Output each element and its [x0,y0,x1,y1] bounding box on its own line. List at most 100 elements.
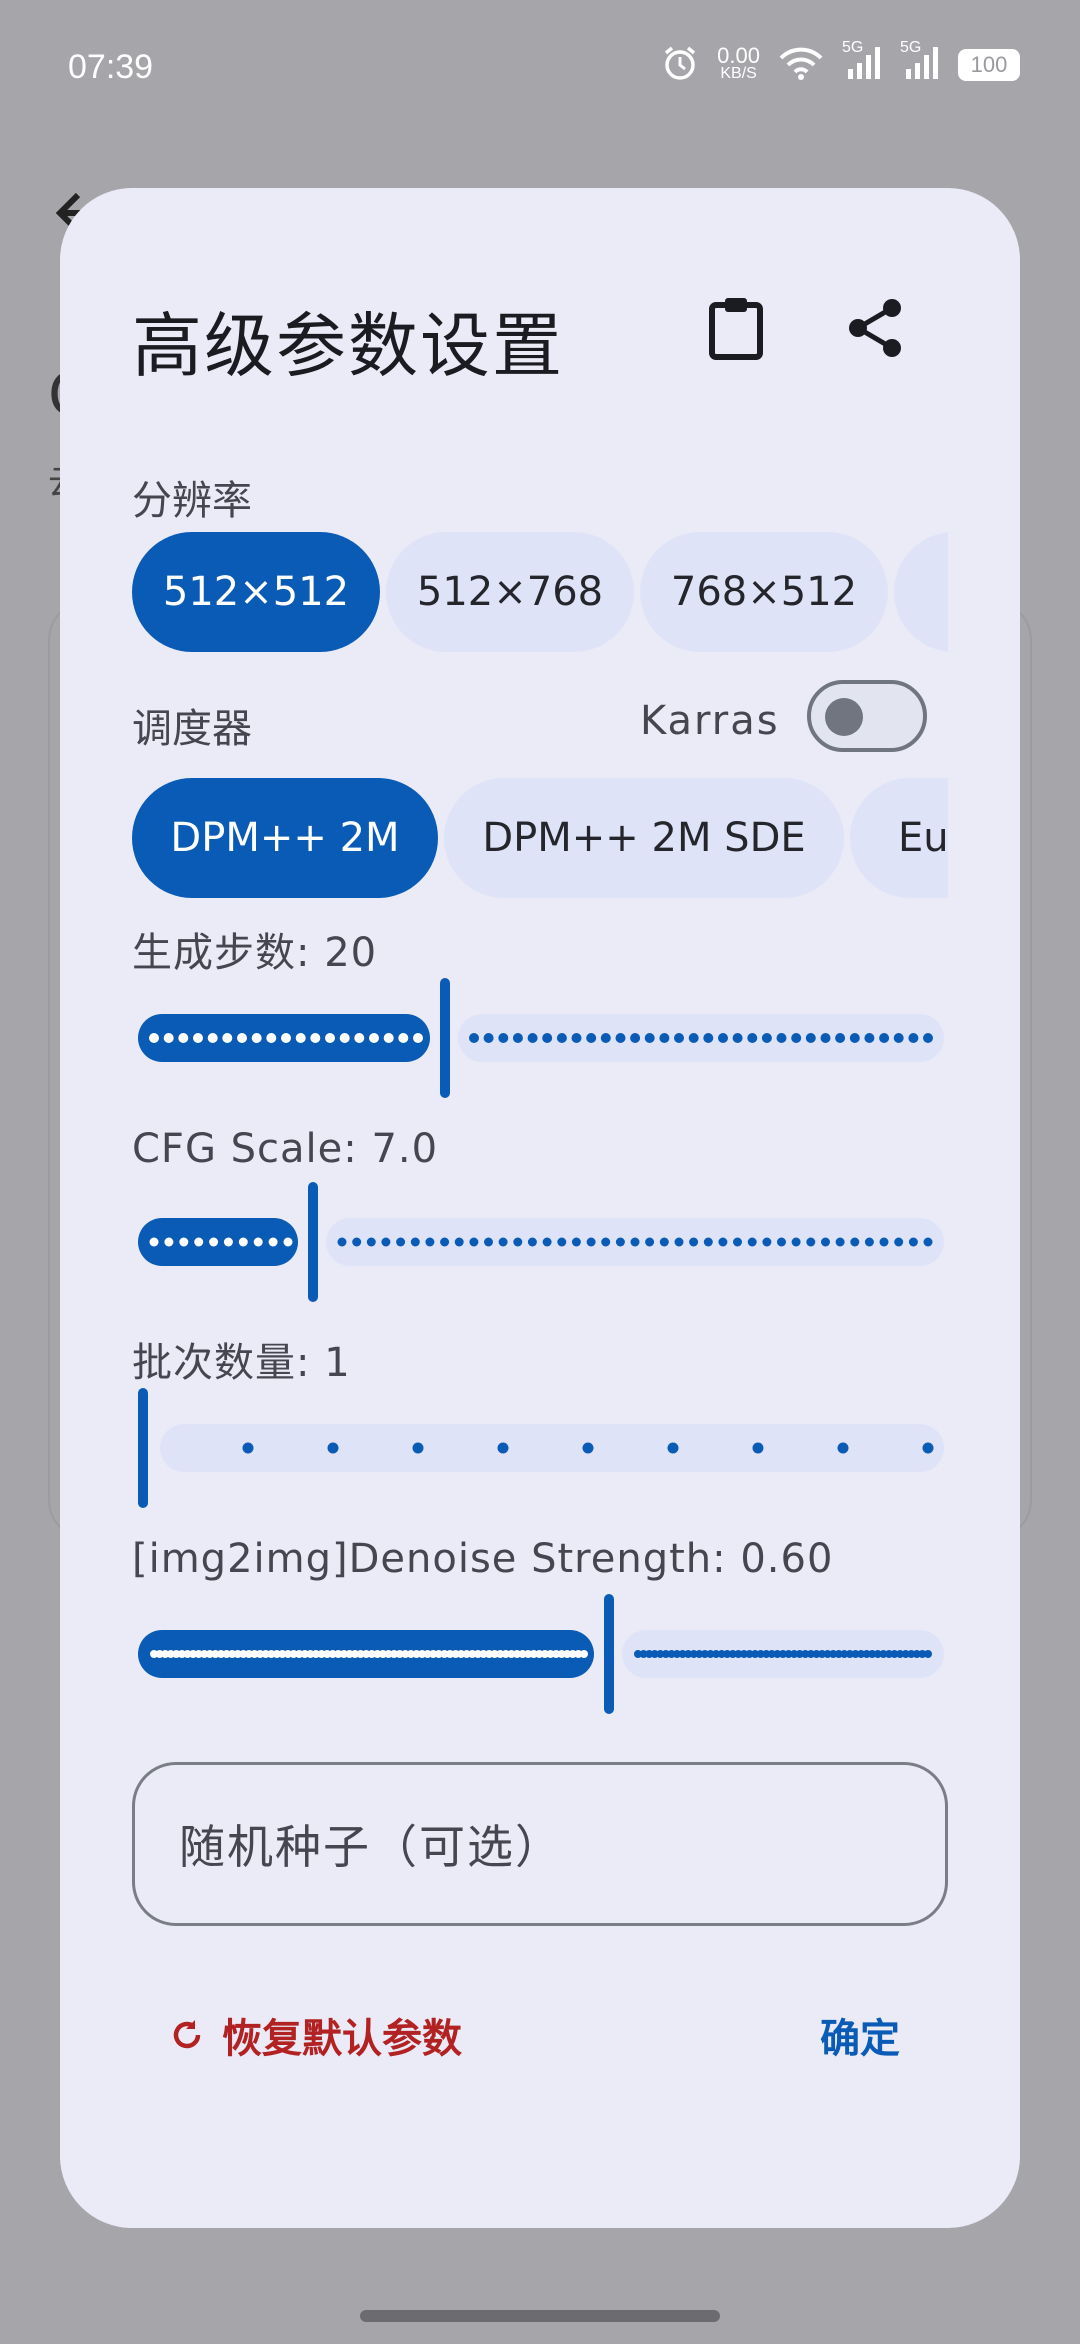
steps-slider[interactable] [138,978,944,1098]
karras-toggle[interactable] [807,680,927,752]
slider-tick [207,1033,218,1043]
slider-tick [512,1033,523,1043]
slider-tick [703,1237,713,1247]
toggle-knob [825,698,863,736]
confirm-button[interactable]: 确定 [820,2006,900,2064]
slider-tick [484,1237,493,1247]
slider-tick [659,1237,669,1247]
seed-placeholder: 随机种子（可选） [179,1820,563,1874]
slider-tick [556,1033,567,1043]
share-icon [849,299,901,357]
slider-tick [923,1033,933,1043]
slider-tick [747,1033,758,1043]
home-indicator [360,2310,720,2322]
slider-tick [193,1033,203,1043]
steps-slider-thumb[interactable] [440,978,450,1098]
slider-tick [645,1237,655,1247]
batch-count-slider[interactable] [138,1388,944,1508]
slider-tick [777,1237,786,1247]
steps-label: 生成步数: 20 [132,930,378,976]
slider-tick [557,1237,567,1247]
slider-tick [325,1033,335,1043]
slider-tick [571,1033,582,1043]
slider-tick [600,1033,611,1043]
karras-label: Karras [640,698,780,744]
slider-tick [413,1033,423,1043]
slider-tick [879,1033,890,1043]
battery-icon: 100 [958,49,1020,81]
slider-tick [179,1237,189,1247]
slider-tick [630,1033,641,1043]
slider-tick [674,1237,684,1247]
denoise-slider-thumb[interactable] [604,1594,614,1714]
slider-tick [630,1237,640,1247]
resolution-chip-row[interactable]: 512×512 512×768 768×512 768×768 [132,532,948,654]
scheduler-chip-dpm-2m-sde[interactable]: DPM++ 2M SDE [444,778,844,898]
slider-tick [752,1442,764,1454]
slider-tick [383,1033,394,1043]
slider-tick [821,1237,830,1247]
slider-tick [689,1237,699,1247]
slider-tick [615,1033,626,1043]
slider-tick [222,1033,233,1043]
slider-tick [253,1237,263,1247]
slider-tick [310,1033,321,1043]
slider-tick [893,1033,904,1043]
slider-tick [542,1033,553,1043]
slider-tick [924,1650,932,1658]
resolution-chip-512x512[interactable]: 512×512 [132,532,380,652]
reset-defaults-button[interactable]: 恢复默认参数 [170,2006,462,2064]
seed-input[interactable]: 随机种子（可选） [132,1762,948,1926]
denoise-label: [img2img]Denoise Strength: 0.60 [132,1536,834,1582]
slider-tick [149,1237,159,1247]
slider-tick [369,1033,379,1043]
cfg-scale-slider[interactable] [138,1182,944,1302]
slider-tick [615,1237,625,1247]
slider-tick [352,1237,362,1247]
slider-tick [366,1237,376,1247]
slider-tick [805,1033,816,1043]
denoise-strength-slider[interactable] [138,1594,944,1714]
slider-tick [571,1237,581,1247]
slider-tick [266,1033,277,1043]
slider-tick [732,1033,743,1043]
resolution-chip-768x512[interactable]: 768×512 [640,532,888,652]
alarm-icon [661,44,699,86]
cfg-slider-thumb[interactable] [308,1182,318,1302]
slider-tick [644,1033,655,1043]
scheduler-chip-euler-a[interactable]: Euler a [850,778,948,898]
scheduler-chip-row[interactable]: DPM++ 2M DPM++ 2M SDE Euler a [132,778,948,900]
clipboard-icon [709,298,763,360]
resolution-chip-768x768[interactable]: 768×768 [894,532,948,652]
slider-tick [835,1237,845,1247]
slider-tick [718,1033,728,1043]
slider-tick [178,1033,189,1043]
slider-tick [209,1237,219,1247]
slider-tick [242,1442,254,1454]
slider-tick [835,1033,846,1043]
slider-tick [894,1237,904,1247]
resolution-chip-512x768[interactable]: 512×768 [386,532,634,652]
signal-icon-2: 5G [900,39,940,85]
slider-tick [527,1033,538,1043]
clipboard-button[interactable] [700,292,772,364]
slider-tick [864,1237,874,1247]
batch-label: 批次数量: 1 [132,1340,351,1386]
slider-tick [149,1033,159,1043]
slider-tick [327,1442,339,1454]
scheduler-chip-dpm-2m[interactable]: DPM++ 2M [132,778,438,898]
slider-tick [281,1033,291,1043]
slider-tick [498,1237,508,1247]
slider-tick [674,1033,684,1043]
slider-tick [659,1033,670,1043]
share-button[interactable] [840,292,912,364]
slider-tick [733,1237,742,1247]
slider-tick [396,1237,406,1247]
slider-tick [762,1237,772,1247]
slider-tick [513,1237,523,1247]
cfg-label: CFG Scale: 7.0 [132,1126,439,1172]
batch-slider-thumb[interactable] [138,1388,148,1508]
slider-tick [908,1237,918,1247]
slider-tick [586,1033,597,1043]
slider-tick [497,1442,509,1454]
